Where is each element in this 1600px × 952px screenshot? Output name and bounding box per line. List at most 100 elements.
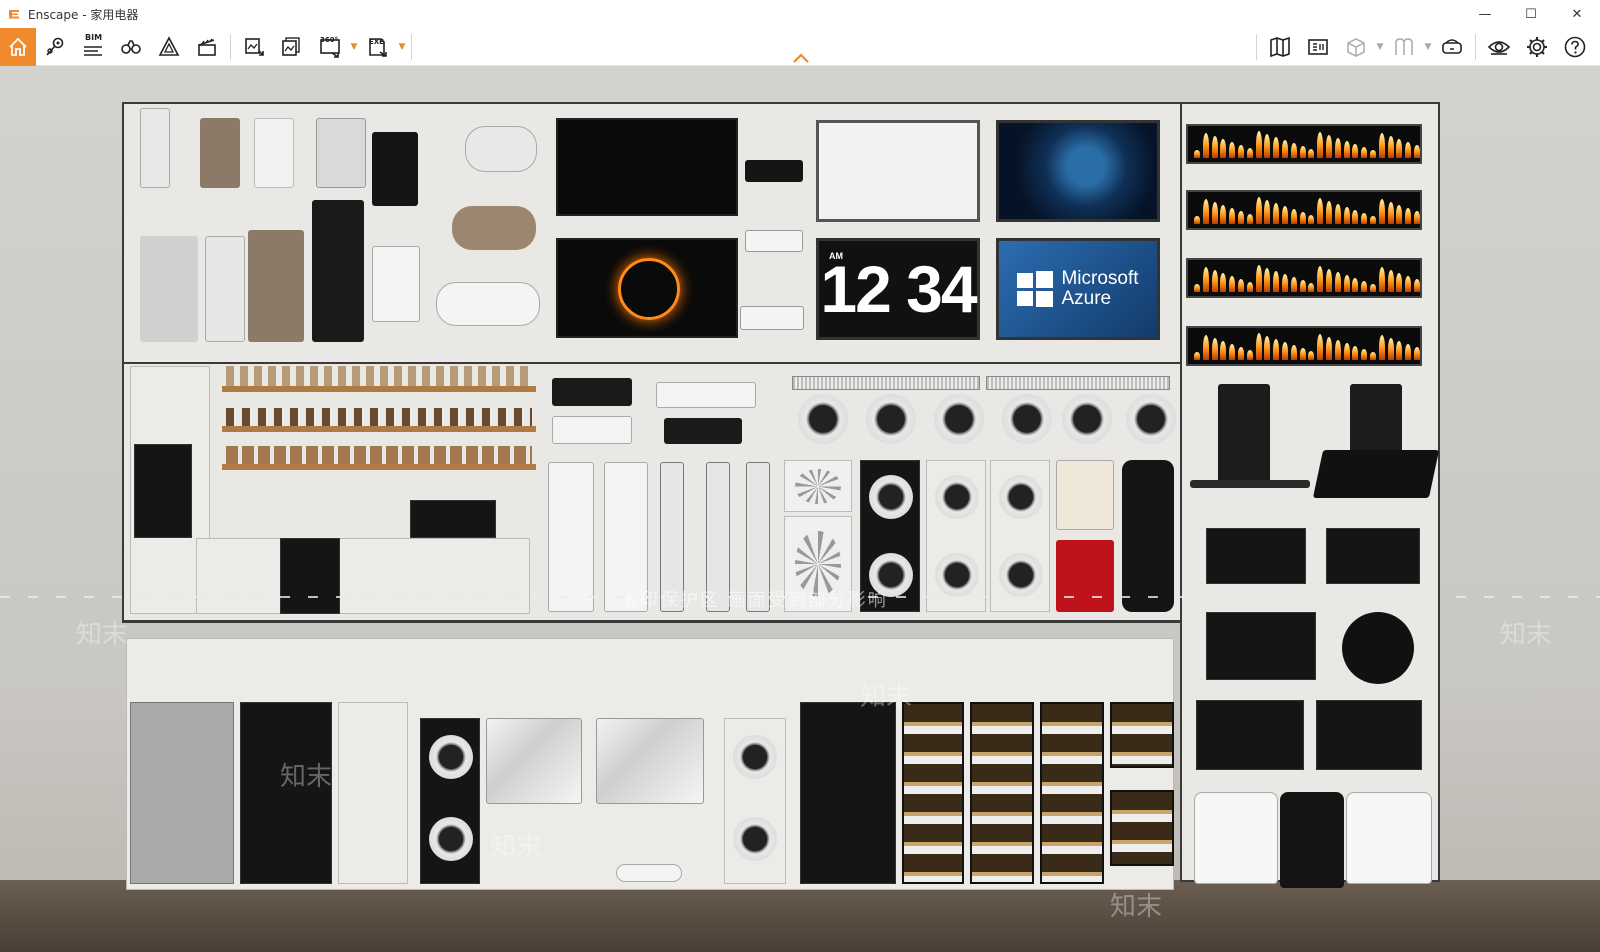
toolbar-separator [411, 34, 412, 60]
vr-headset-button[interactable] [1433, 28, 1471, 66]
asset-dropdown[interactable]: ▼ [1375, 28, 1385, 66]
vr-headset-icon [1442, 39, 1462, 54]
flame [1378, 199, 1385, 224]
batch-render-icon [282, 37, 300, 56]
window-title: Enscape - 家用电器 [28, 7, 139, 22]
flame [1352, 210, 1359, 224]
dishwasher-cabinet [140, 236, 198, 342]
flame [1352, 144, 1359, 158]
collapse-toolbar-chevron-up-icon[interactable] [792, 52, 810, 64]
base-cabinet [196, 538, 530, 614]
flame [1202, 335, 1209, 360]
round-appliance [798, 394, 848, 444]
jar-row [226, 408, 532, 426]
batch-render-button[interactable] [273, 28, 311, 66]
flame [1414, 279, 1420, 292]
export-exe-button[interactable]: EXE [359, 28, 397, 66]
bim-mode-button[interactable]: BIM [74, 28, 112, 66]
wall-shelf [222, 386, 536, 392]
washer-drum [999, 553, 1043, 597]
globe-display [996, 120, 1160, 222]
screenshot-button[interactable] [235, 28, 273, 66]
flame [1273, 339, 1280, 360]
material-editor-button[interactable] [1385, 28, 1423, 66]
split-air-conditioner [656, 382, 756, 408]
flame [1238, 211, 1244, 224]
flame [1361, 281, 1368, 292]
asset-library-button[interactable] [1337, 28, 1375, 66]
flame [1361, 147, 1368, 158]
map-button[interactable] [1261, 28, 1299, 66]
flame [1299, 146, 1306, 158]
flame [1343, 275, 1350, 292]
visual-settings-button[interactable] [1480, 28, 1518, 66]
flame [1326, 337, 1332, 360]
washer-drum [935, 475, 979, 519]
bim-library-button[interactable] [1299, 28, 1337, 66]
washer-drum [869, 475, 913, 519]
video-editor-button[interactable] [188, 28, 226, 66]
flame [1334, 204, 1341, 224]
export-dropdown[interactable]: ▼ [397, 28, 407, 66]
chevron-down-icon: ▼ [1376, 42, 1384, 52]
close-button[interactable]: ✕ [1554, 0, 1600, 28]
enscape-logo-icon [6, 6, 22, 22]
double-door-fridge [130, 702, 234, 884]
flame [1255, 131, 1262, 158]
help-button[interactable] [1556, 28, 1594, 66]
toolbar-separator [1475, 34, 1476, 60]
washer-dryer-stack [926, 460, 986, 612]
flame [1246, 350, 1253, 360]
double-door-fridge [240, 702, 332, 884]
toolbar-separator [230, 34, 231, 60]
split-air-conditioner [664, 418, 742, 444]
flame [1396, 139, 1403, 158]
render-viewport[interactable]: AM 12 34 Microsoft Azure 水印保护区 画面受到部分影响 … [0, 66, 1600, 952]
flame [1282, 342, 1288, 360]
flame [1282, 206, 1288, 224]
round-appliance [934, 394, 984, 444]
flame [1220, 341, 1227, 360]
flame [1290, 143, 1297, 158]
round-appliance [1002, 394, 1052, 444]
flame [1361, 349, 1368, 360]
range-hood-base [1190, 480, 1310, 488]
marble-laundry-counter [596, 718, 704, 804]
maximize-button[interactable]: ☐ [1508, 0, 1554, 28]
flame [1246, 282, 1253, 292]
azure-display: Microsoft Azure [996, 238, 1160, 340]
wooden-floor [0, 880, 1600, 952]
range-hood [1350, 384, 1402, 454]
minimize-button[interactable]: — [1462, 0, 1508, 28]
washer-drum [429, 817, 473, 861]
flame [1202, 267, 1209, 292]
wall-shelf [222, 464, 536, 470]
panorama-dropdown[interactable]: ▼ [349, 28, 359, 66]
flame [1282, 140, 1288, 158]
toolbar-separator [1256, 34, 1257, 60]
material-icon [1395, 38, 1413, 55]
dishwasher [280, 538, 340, 614]
atmosphere-button[interactable] [150, 28, 188, 66]
exe-label: EXE [369, 38, 384, 46]
disinfection-cabinet [1110, 702, 1174, 768]
robot-vacuum [616, 864, 682, 882]
washer-drum [429, 735, 473, 779]
round-appliance [1126, 394, 1176, 444]
flame [1343, 207, 1350, 224]
walk-mode-button[interactable] [112, 28, 150, 66]
location-pin-icon [46, 37, 64, 56]
eclipse-image [618, 258, 680, 320]
water-heater [372, 132, 418, 206]
electric-water-heater [436, 282, 540, 326]
home-button[interactable] [0, 28, 36, 66]
material-dropdown[interactable]: ▼ [1423, 28, 1433, 66]
settings-button[interactable] [1518, 28, 1556, 66]
set-views-button[interactable] [36, 28, 74, 66]
flame [1317, 198, 1324, 224]
panorama-button[interactable]: 360° [311, 28, 349, 66]
settings-icon [1527, 37, 1547, 57]
flame [1220, 139, 1227, 158]
bim-label: BIM [85, 33, 103, 42]
standing-air-conditioner [548, 462, 594, 612]
